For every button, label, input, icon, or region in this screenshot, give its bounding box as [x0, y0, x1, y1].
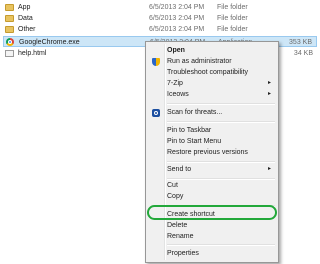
submenu-arrow-icon: ▸ — [267, 91, 271, 97]
menu-item-properties[interactable]: Properties — [167, 248, 277, 259]
menu-item-delete[interactable]: Delete — [167, 220, 277, 231]
menu-separator — [167, 103, 275, 105]
shield-icon — [152, 58, 160, 66]
file-row-data[interactable]: Data 6/5/2013 2:04 PM File folder — [3, 13, 317, 24]
menu-item-pin-to-start-menu[interactable]: Pin to Start Menu — [167, 136, 277, 147]
file-type: File folder — [217, 15, 248, 22]
menu-separator — [167, 161, 275, 163]
menu-item-open[interactable]: Open — [167, 45, 277, 56]
file-name: GoogleChrome.exe — [19, 39, 80, 46]
menu-item-label: Send to — [167, 166, 192, 173]
menu-item-iceows[interactable]: Iceows ▸ — [167, 89, 277, 100]
submenu-arrow-icon: ▸ — [267, 80, 271, 86]
file-name: App — [18, 4, 31, 11]
menu-item-restore-previous-versions[interactable]: Restore previous versions — [167, 147, 277, 158]
file-date: 6/5/2013 2:04 PM — [149, 26, 205, 33]
file-date: 6/5/2013 2:04 PM — [149, 15, 205, 22]
file-name: Other — [18, 26, 36, 33]
menu-item-copy[interactable]: Copy — [167, 191, 277, 202]
file-row-app[interactable]: App 6/5/2013 2:04 PM File folder — [3, 2, 317, 13]
menu-item-rename[interactable]: Rename — [167, 231, 277, 242]
scan-icon — [152, 109, 160, 117]
file-row-other[interactable]: Other 6/5/2013 2:04 PM File folder — [3, 24, 317, 35]
create-shortcut-highlight-ring — [147, 205, 277, 220]
menu-item-run-as-administrator[interactable]: Run as administrator — [167, 56, 277, 67]
chrome-icon — [6, 38, 14, 46]
menu-item-7zip[interactable]: 7-Zip ▸ — [167, 78, 277, 89]
menu-icon-gutter — [164, 44, 166, 260]
folder-icon — [5, 26, 14, 33]
html-file-icon — [5, 50, 14, 57]
file-date: 6/5/2013 2:04 PM — [149, 4, 205, 11]
file-name: Data — [18, 15, 33, 22]
file-size: 353 KB — [289, 39, 312, 46]
menu-item-cut[interactable]: Cut — [167, 180, 277, 191]
file-name: help.html — [18, 50, 47, 57]
menu-item-send-to[interactable]: Send to ▸ — [167, 164, 277, 175]
file-type: File folder — [217, 4, 248, 11]
folder-icon — [5, 4, 14, 11]
file-type: File folder — [217, 26, 248, 33]
menu-item-label: 7-Zip — [167, 80, 183, 87]
menu-item-pin-to-taskbar[interactable]: Pin to Taskbar — [167, 125, 277, 136]
submenu-arrow-icon: ▸ — [267, 166, 271, 172]
context-menu: Open Run as administrator Troubleshoot c… — [145, 41, 279, 263]
file-size: 34 KB — [293, 50, 313, 57]
menu-item-troubleshoot-compatibility[interactable]: Troubleshoot compatibility — [167, 67, 277, 78]
menu-item-label: Iceows — [167, 91, 189, 98]
menu-separator — [167, 244, 275, 246]
menu-separator — [167, 121, 275, 123]
folder-icon — [5, 15, 14, 22]
menu-item-scan-for-threats[interactable]: Scan for threats... — [167, 107, 277, 118]
